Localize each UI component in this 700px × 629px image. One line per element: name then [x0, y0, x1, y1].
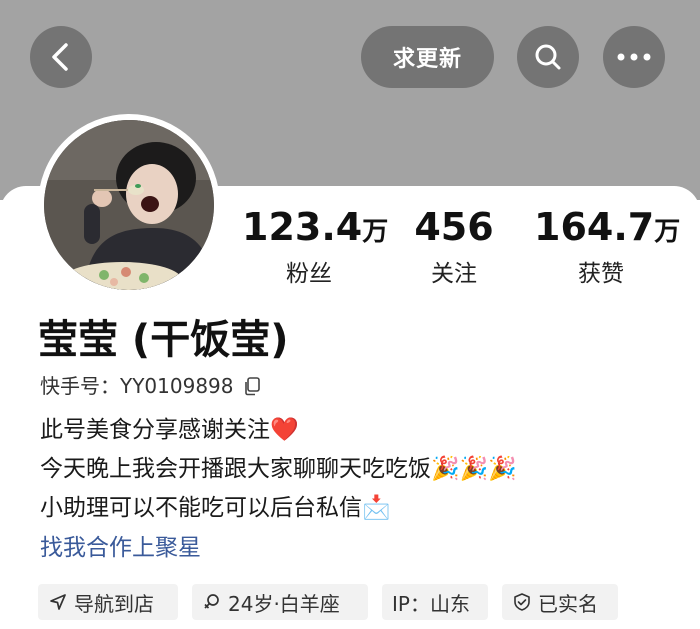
bio-line-2: 今天晚上我会开播跟大家聊聊天吃吃饭🎉🎉🎉	[40, 456, 517, 482]
tag-age-zodiac: 24岁·白羊座	[192, 584, 368, 620]
navigation-arrow-icon	[50, 594, 66, 610]
search-icon	[535, 44, 561, 70]
profile-name: 莹莹 (干饭莹)	[38, 317, 289, 363]
stat-followers[interactable]: 123.4万 粉丝	[242, 205, 389, 288]
tag-label: 24岁·白羊座	[228, 591, 340, 616]
tag-label: 已实名	[538, 591, 598, 616]
tag-verified[interactable]: 已实名	[502, 584, 618, 620]
stat-value: 164.7万	[534, 205, 681, 249]
tag-label: IP：山东	[392, 591, 470, 616]
search-button[interactable]	[517, 26, 579, 88]
stat-likes[interactable]: 164.7万 获赞	[534, 205, 681, 288]
stat-value: 456	[414, 205, 494, 249]
kuaishou-id[interactable]: 快手号：YY0109898	[40, 372, 262, 400]
stat-label: 关注	[431, 261, 477, 287]
stat-label: 获赞	[578, 261, 624, 287]
avatar-photo	[44, 120, 214, 290]
more-dots-icon	[617, 53, 651, 61]
tag-label: 导航到店	[74, 591, 154, 616]
shield-check-icon	[514, 593, 530, 611]
business-cooperation-link[interactable]: 找我合作上聚星	[40, 531, 201, 565]
tag-ip-location: IP：山东	[382, 584, 488, 620]
bio-line-1: 此号美食分享感谢关注❤️	[40, 417, 299, 443]
stat-value: 123.4万	[242, 205, 389, 249]
stat-following[interactable]: 456 关注	[408, 205, 500, 288]
kuaishou-id-text: 快手号：YY0109898	[40, 374, 234, 398]
copy-icon[interactable]	[242, 376, 262, 396]
back-button[interactable]	[30, 26, 92, 88]
stat-label: 粉丝	[286, 261, 332, 287]
female-icon	[204, 594, 219, 609]
request-update-button[interactable]: 求更新	[361, 26, 494, 88]
tag-navigate-to-store[interactable]: 导航到店	[38, 584, 178, 620]
more-button[interactable]	[603, 26, 665, 88]
chevron-left-icon	[52, 43, 68, 71]
bio-line-3: 小助理可以不能吃可以后台私信📩	[40, 495, 391, 521]
avatar[interactable]	[38, 114, 220, 296]
